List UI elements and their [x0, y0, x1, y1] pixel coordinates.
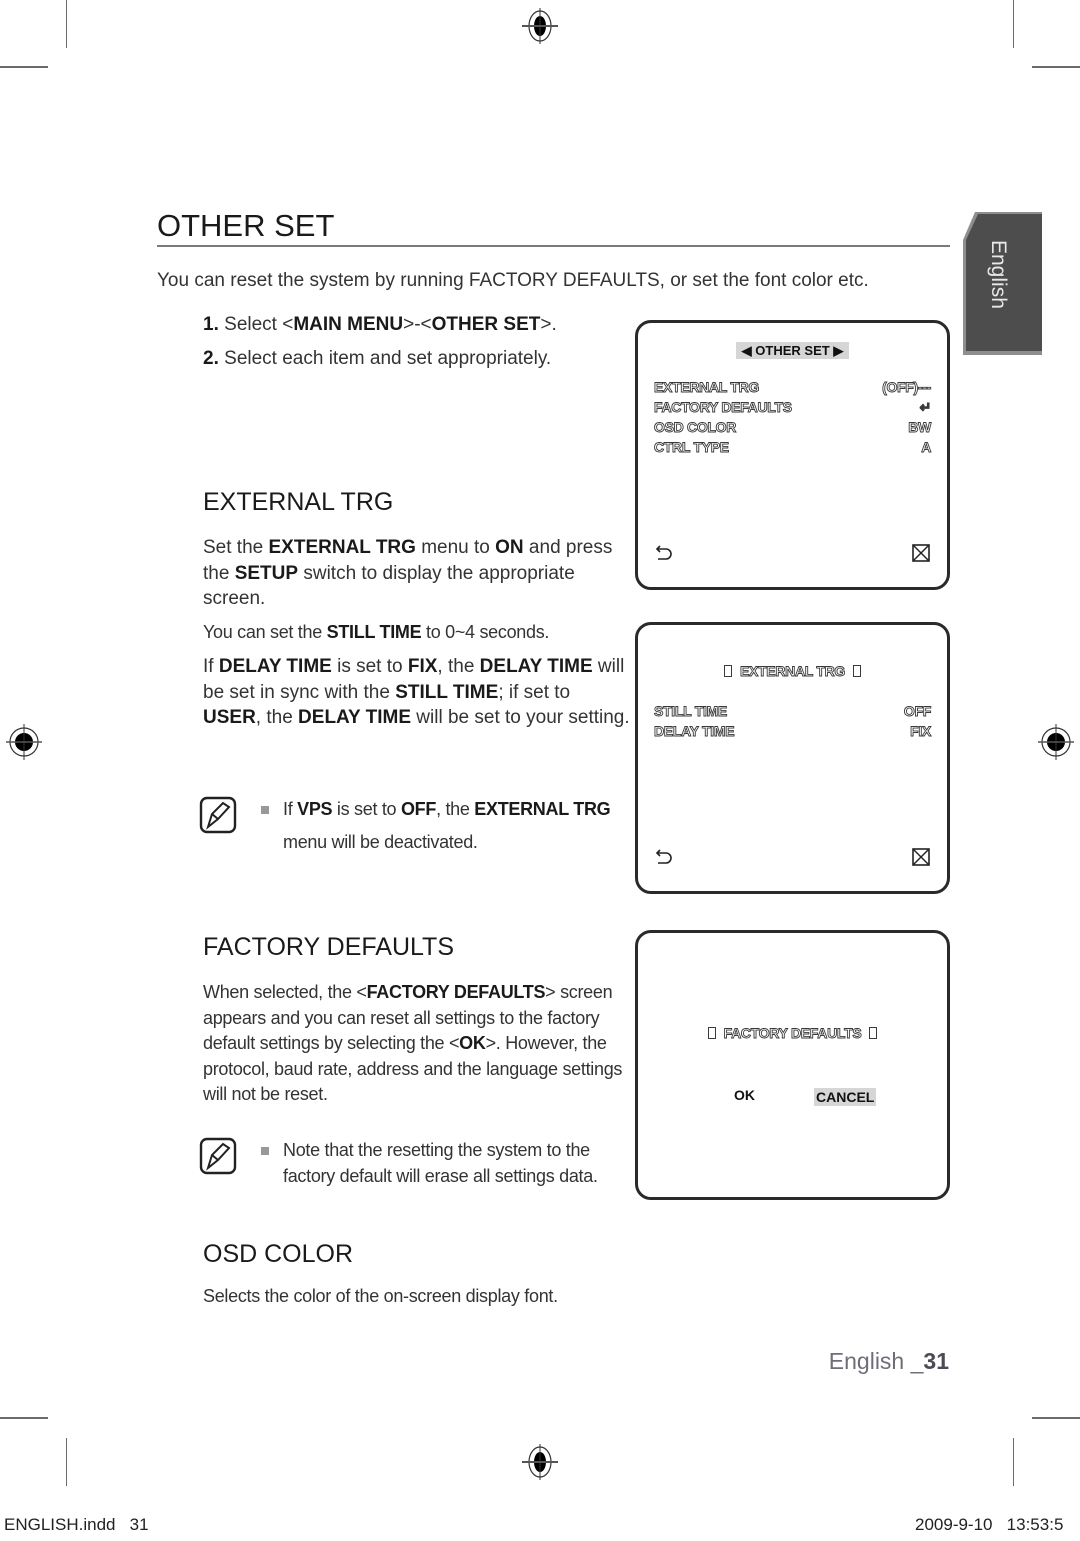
osd-screen-factory-defaults: FACTORY DEFAULTS OK CANCEL [635, 930, 950, 1200]
cancel-option[interactable]: CANCEL [814, 1088, 877, 1106]
step-1: 1. Select <MAIN MENU>-<OTHER SET>. [203, 314, 557, 335]
crop-mark [1032, 66, 1080, 68]
osd-row: OSD COLOR BW [654, 419, 932, 436]
registration-mark-icon [522, 1444, 558, 1480]
registration-mark-icon [522, 8, 558, 44]
crop-mark [66, 1438, 67, 1486]
external-trg-paragraph-3: If DELAY TIME is set to FIX, the DELAY T… [203, 656, 630, 728]
title-rule [157, 245, 950, 247]
osd-screen-external-trg: EXTERNAL TRG STILL TIME OFF DELAY TIME F… [635, 622, 950, 894]
osd-color-paragraph: Selects the color of the on-screen displ… [203, 1286, 558, 1306]
return-icon [655, 545, 672, 560]
crop-mark [66, 0, 67, 48]
section-heading-factory-defaults: FACTORY DEFAULTS [203, 933, 455, 961]
factory-defaults-paragraph: When selected, the <FACTORY DEFAULTS> sc… [203, 982, 623, 1104]
crop-mark [1013, 0, 1014, 48]
crop-mark [0, 1417, 48, 1419]
crop-mark [1013, 1438, 1014, 1486]
arrow-left-icon: ◀ [741, 343, 752, 358]
ok-option[interactable]: OK [734, 1087, 755, 1103]
enter-icon: ↵ [919, 398, 932, 415]
crop-mark [0, 66, 48, 68]
slug-timestamp: 2009-9-10 13:53:5 [915, 1515, 1064, 1534]
bracket-icon [723, 665, 732, 677]
note-factory-defaults: Note that the resetting the system to th… [199, 1137, 639, 1193]
registration-mark-icon [6, 724, 42, 760]
note-bullet [261, 1147, 269, 1155]
arrow-right-icon: ▶ [833, 343, 844, 358]
page-number: English _31 [828, 1348, 949, 1374]
page-title: OTHER SET [157, 208, 335, 243]
external-trg-paragraph-2: You can set the STILL TIME to 0~4 second… [203, 622, 550, 642]
external-trg-paragraph-1: Set the EXTERNAL TRG menu to ON and pres… [203, 537, 613, 609]
osd-title: EXTERNAL TRG [638, 663, 947, 679]
note-pencil-icon [199, 796, 237, 834]
return-icon [655, 849, 672, 864]
note-text: Note that the resetting the system to th… [283, 1140, 598, 1186]
note-text: If VPS is set to OFF, the EXTERNAL TRG m… [283, 799, 611, 852]
section-heading-external-trg: EXTERNAL TRG [203, 488, 394, 516]
crop-mark [1032, 1417, 1080, 1419]
osd-title: FACTORY DEFAULTS [638, 1025, 947, 1041]
section-heading-osd-color: OSD COLOR [203, 1240, 354, 1268]
registration-mark-icon [1038, 724, 1074, 760]
bracket-icon [707, 1027, 716, 1039]
osd-title: ◀ OTHER SET ▶ [638, 342, 947, 359]
osd-row: FACTORY DEFAULTS ↵ [654, 398, 932, 415]
step-2: 2. Select each item and set appropriatel… [203, 348, 552, 369]
bracket-icon [853, 665, 862, 677]
note-external-trg: If VPS is set to OFF, the EXTERNAL TRG m… [199, 796, 639, 856]
slug-filename: ENGLISH.indd 31 [4, 1515, 149, 1534]
osd-screen-other-set: ◀ OTHER SET ▶ EXTERNAL TRG (OFF)--- FACT… [635, 320, 950, 590]
osd-row: CTRL TYPE A [654, 439, 932, 456]
close-box-icon [912, 544, 930, 562]
side-tab-label: English [987, 240, 1010, 309]
osd-row: STILL TIME OFF [654, 703, 932, 720]
note-bullet [261, 806, 269, 814]
close-box-icon [912, 848, 930, 866]
bracket-icon [869, 1027, 878, 1039]
osd-row: DELAY TIME FIX [654, 723, 932, 740]
intro-text: You can reset the system by running FACT… [157, 270, 869, 291]
osd-row: EXTERNAL TRG (OFF)--- [654, 379, 932, 396]
note-pencil-icon [199, 1137, 237, 1175]
